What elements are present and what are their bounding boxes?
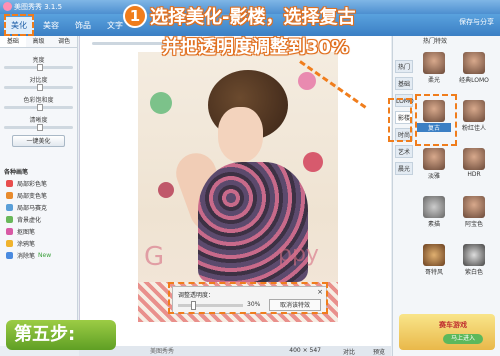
- subtab-advanced[interactable]: 高级: [26, 36, 52, 47]
- effect-item[interactable]: 柔光: [417, 52, 451, 84]
- effect-thumb: [463, 100, 485, 122]
- brightness-slider[interactable]: 亮度: [4, 55, 73, 71]
- photo-text-left: G: [144, 242, 165, 272]
- doodle-icon: [6, 240, 13, 247]
- ad-banner[interactable]: 赛车游戏 马上进入: [399, 314, 495, 350]
- slider-knob[interactable]: [37, 84, 43, 91]
- contrast-slider[interactable]: 对比度: [4, 75, 73, 91]
- status-bar: 400 × 547 对比 预览: [79, 346, 391, 356]
- brush-item[interactable]: 涂鸦笔: [6, 239, 71, 248]
- annotation-line2: 并把透明度调整到30%: [162, 37, 350, 58]
- one-key-beautify-button[interactable]: 一键美化: [12, 135, 65, 147]
- decor-shape: [150, 92, 172, 114]
- brush-item[interactable]: 消除笔 New: [6, 251, 71, 260]
- brush-item[interactable]: 局部彩色笔: [6, 179, 71, 188]
- effect-thumb: [423, 148, 445, 170]
- decor-shape: [298, 72, 316, 90]
- photo-face: [218, 107, 263, 162]
- mosaic-icon: [6, 204, 13, 211]
- slider-knob[interactable]: [37, 124, 43, 131]
- compare-button[interactable]: 对比: [343, 347, 355, 356]
- decor-shape: [158, 182, 174, 198]
- app-logo-icon: [3, 2, 12, 11]
- effect-thumb: [423, 244, 445, 266]
- category-morning[interactable]: 晨光: [395, 162, 413, 175]
- subtab-color[interactable]: 调色: [51, 36, 77, 47]
- effect-thumb: [463, 148, 485, 170]
- effect-item[interactable]: 粉红佳人: [457, 100, 491, 132]
- preview-button[interactable]: 预览: [373, 347, 385, 356]
- left-subtabs: 基础 高级 调色: [0, 36, 77, 48]
- effects-header: 热门特效: [423, 38, 448, 45]
- effect-item[interactable]: HDR: [457, 148, 491, 178]
- brush-item[interactable]: 局部变色笔: [6, 191, 71, 200]
- highlight-category: [388, 98, 412, 142]
- new-badge: New: [38, 252, 52, 259]
- brush-item[interactable]: 局部马赛克: [6, 203, 71, 212]
- slider-knob[interactable]: [37, 104, 43, 111]
- tab-accessories[interactable]: 饰品: [68, 17, 98, 34]
- effect-item[interactable]: 淡雅: [417, 148, 451, 180]
- step-number-badge: 1: [123, 4, 147, 28]
- category-basic[interactable]: 基础: [395, 77, 413, 90]
- left-panel: 基础 高级 调色 亮度 对比度 色彩饱和度 清晰度 一键美化 各种画笔 局部彩色…: [0, 36, 78, 346]
- image-size: 400 × 547: [289, 347, 321, 354]
- effect-thumb: [463, 196, 485, 218]
- highlight-tab: [4, 14, 34, 36]
- brush-icon: [6, 180, 13, 187]
- category-hot[interactable]: 热门: [395, 60, 413, 73]
- highlight-effect: [415, 94, 457, 146]
- decor-shape: [303, 152, 323, 172]
- saturation-slider[interactable]: 色彩饱和度: [4, 95, 73, 111]
- bottom-url: 美图秀秀: [150, 348, 175, 355]
- brushes-title: 各种画笔: [4, 169, 29, 176]
- slider-knob[interactable]: [37, 64, 43, 71]
- tab-beauty[interactable]: 美容: [36, 17, 66, 34]
- sharpness-slider[interactable]: 清晰度: [4, 115, 73, 131]
- photo-text-right: ppy: [278, 242, 319, 267]
- save-share-button[interactable]: 保存与分享: [459, 17, 494, 27]
- effect-thumb: [463, 244, 485, 266]
- effect-item[interactable]: 素描: [417, 196, 451, 228]
- right-panel: 热门特效 热门 基础 LOMO 影楼 时尚 艺术 晨光 柔光 经典LOMO 复古…: [392, 36, 500, 356]
- eraser-icon: [6, 252, 13, 259]
- annotation-line1: 选择美化-影楼，选择复古: [150, 7, 356, 28]
- blur-icon: [6, 216, 13, 223]
- app-title: 美图秀秀 3.1.5: [14, 3, 63, 11]
- effect-item[interactable]: 阿宝色: [457, 196, 491, 228]
- effect-item[interactable]: 紫白色: [457, 244, 491, 276]
- effect-item[interactable]: 哥特风: [417, 244, 451, 276]
- highlight-opacity: [168, 282, 328, 314]
- brush-icon: [6, 192, 13, 199]
- effect-thumb: [463, 52, 485, 74]
- effect-thumb: [423, 196, 445, 218]
- ad-text: 赛车游戏: [439, 321, 467, 329]
- category-art[interactable]: 艺术: [395, 145, 413, 158]
- effect-item[interactable]: 经典LOMO: [457, 52, 491, 84]
- brush-item[interactable]: 背景虚化: [6, 215, 71, 224]
- subtab-basic[interactable]: 基础: [0, 36, 26, 47]
- step-label: 第五步:: [6, 320, 116, 350]
- effect-thumb: [423, 52, 445, 74]
- ad-enter-button[interactable]: 马上进入: [443, 334, 483, 344]
- brush-item[interactable]: 抠图笔: [6, 227, 71, 236]
- cutout-icon: [6, 228, 13, 235]
